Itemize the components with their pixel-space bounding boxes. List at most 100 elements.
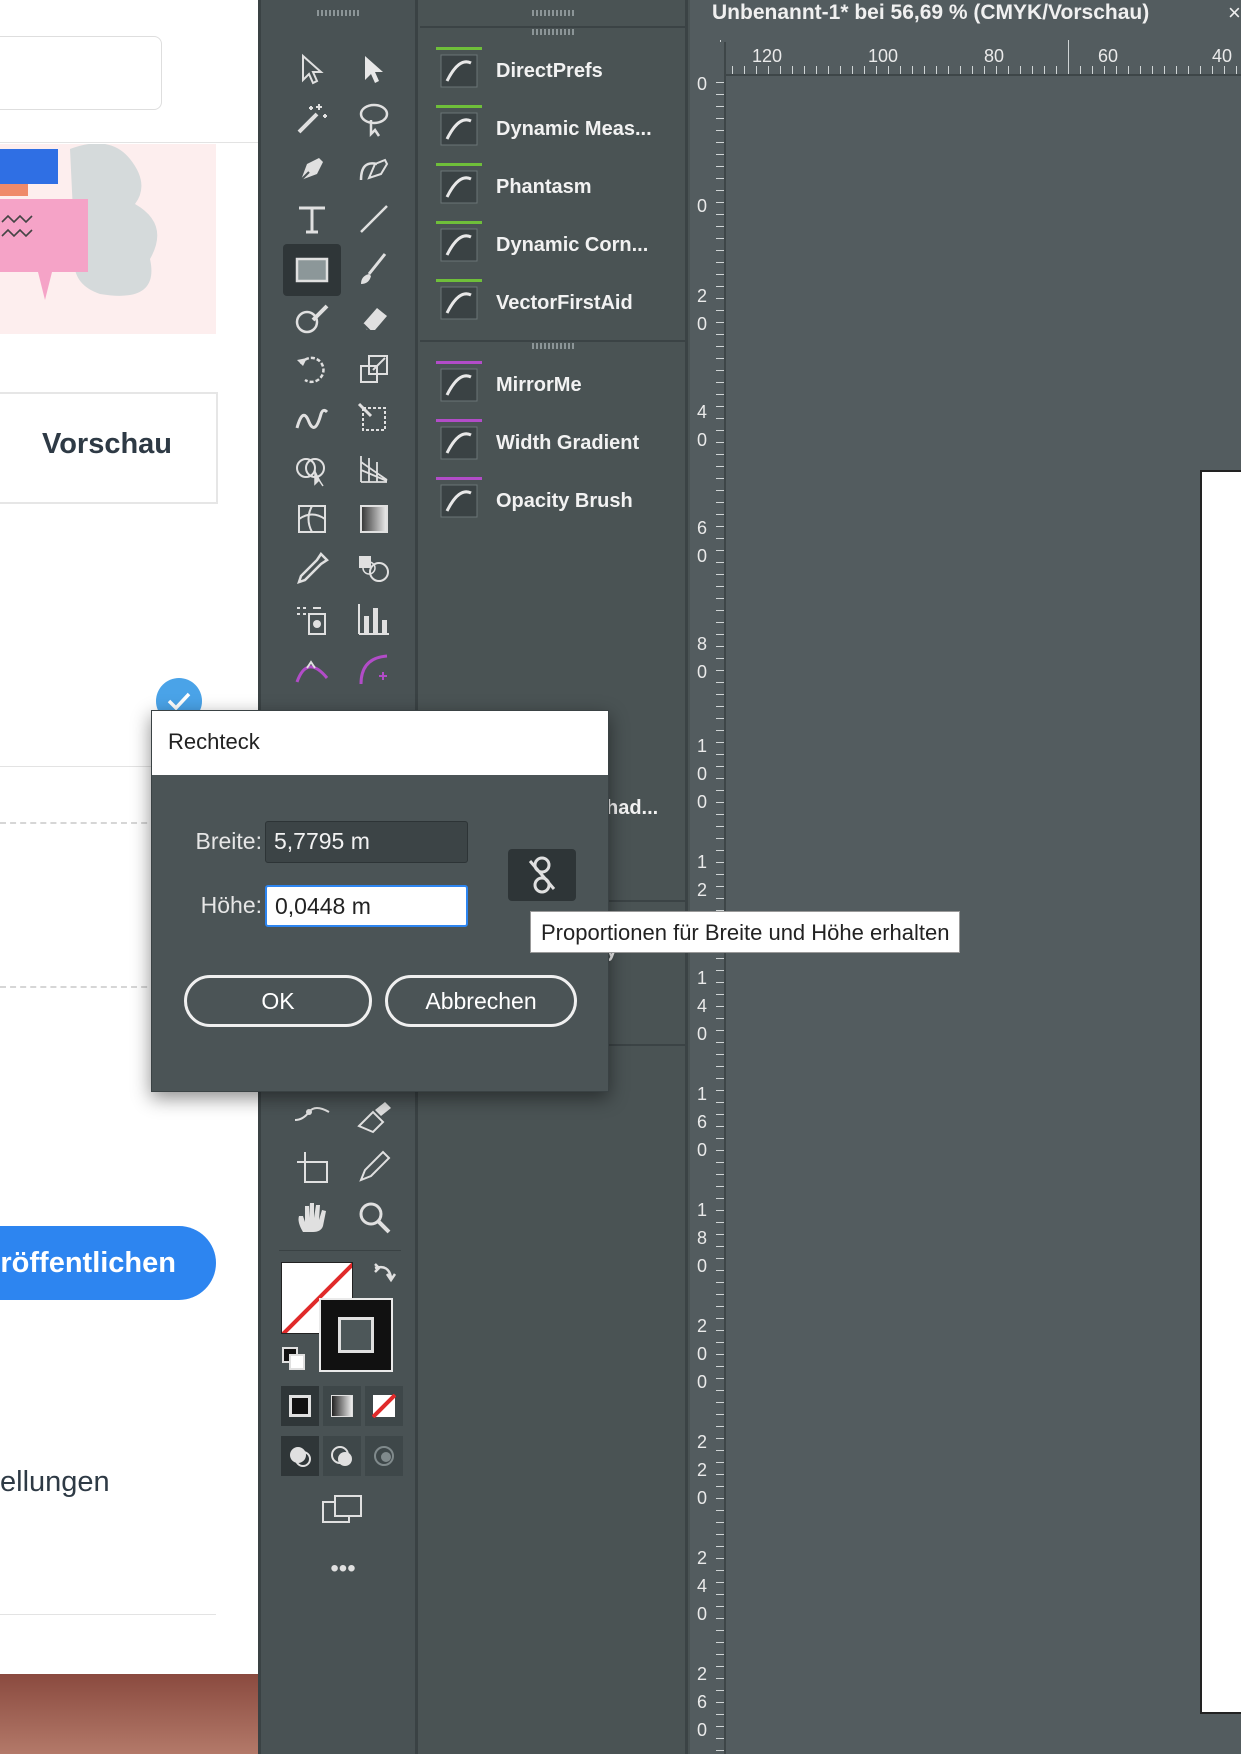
vectorfirstaid-icon — [436, 279, 482, 323]
line-segment-icon — [360, 205, 388, 233]
mesh-tool[interactable] — [287, 496, 337, 542]
eraser-icon — [362, 308, 387, 333]
hand-tool[interactable] — [287, 1194, 337, 1240]
default-colors-icon[interactable] — [281, 1346, 307, 1372]
plugins-grip-1[interactable] — [420, 8, 685, 18]
plugin-tool-b[interactable] — [349, 646, 399, 692]
ruler-label: 40 — [1212, 46, 1233, 66]
draw-normal-button[interactable] — [281, 1436, 319, 1476]
symbol-sprayer-tool[interactable] — [287, 596, 337, 642]
curvature-tool[interactable] — [349, 146, 399, 192]
ruler-label: 2 0 0 — [696, 1316, 707, 1392]
column-graph-tool[interactable] — [349, 596, 399, 642]
ruler-label: 2 4 0 — [696, 1548, 707, 1624]
color-mode-button[interactable] — [281, 1386, 319, 1426]
draw-behind-button[interactable] — [323, 1436, 361, 1476]
gradient-mode-button[interactable] — [323, 1386, 361, 1426]
plugin-item[interactable]: VectorFirstAid — [420, 274, 685, 332]
none-mode-button[interactable] — [365, 1386, 403, 1426]
document-window: Unbenannt-1* bei 56,69 % (CMYK/Vorschau)… — [690, 0, 1241, 1754]
zoom-tool[interactable] — [349, 1194, 399, 1240]
free-transform-tool[interactable] — [349, 396, 399, 442]
ruler-label: 2 2 0 — [696, 1432, 707, 1508]
tools-grip[interactable] — [261, 8, 415, 18]
plugin-label: Opacity Brush — [496, 489, 633, 512]
plugin-item[interactable]: Opacity Brush — [420, 472, 685, 530]
lasso-tool[interactable] — [349, 96, 399, 142]
cancel-button[interactable]: Abbrechen — [385, 975, 577, 1027]
lasso-icon — [359, 103, 389, 138]
stroke-swatch[interactable] — [319, 1298, 393, 1372]
height-label: Höhe: — [200, 892, 262, 918]
publish-button[interactable]: röffentlichen — [0, 1226, 216, 1300]
ok-button[interactable]: OK — [184, 975, 372, 1027]
draw-mode-row — [281, 1436, 403, 1476]
eyedropper-tool[interactable] — [287, 546, 337, 592]
direct-selection-tool[interactable] — [349, 46, 399, 92]
plugin-label: Phantasm — [496, 175, 592, 198]
selection-tool[interactable] — [287, 46, 337, 92]
slice-tool[interactable] — [349, 1144, 399, 1190]
plugin-item[interactable]: Width Gradient — [420, 414, 685, 472]
plugin-item[interactable]: DirectPrefs — [420, 42, 685, 100]
artboard[interactable] — [1200, 470, 1241, 1714]
plugin-item[interactable]: Dynamic Meas... — [420, 100, 685, 158]
swap-colors-icon[interactable] — [371, 1260, 397, 1286]
gradient-icon: InkScribeDynamic SketchSpace Fill — [360, 505, 388, 533]
ruler-label: 1 8 0 — [696, 1200, 707, 1276]
direct-selection-icon — [302, 53, 324, 85]
plugin-corner-icon — [359, 654, 388, 685]
plugin-item[interactable]: MirrorMe — [420, 356, 685, 414]
plugin-label: DirectPrefs — [496, 59, 603, 82]
draw-normal-icon — [290, 1447, 311, 1467]
plugin-item[interactable]: Dynamic Corn... — [420, 216, 685, 274]
shape-builder-tool[interactable] — [287, 446, 337, 492]
blend-icon — [359, 556, 389, 582]
plugin-tool-a[interactable] — [287, 646, 337, 692]
document-tab[interactable]: Unbenannt-1* bei 56,69 % (CMYK/Vorschau)… — [690, 0, 1241, 40]
scale-tool[interactable] — [349, 346, 399, 392]
width-input[interactable]: 5,7795 m — [265, 821, 468, 863]
plugins-grip-3[interactable] — [420, 340, 685, 350]
artboard-tool[interactable] — [287, 1144, 337, 1190]
width-tool[interactable] — [287, 1094, 337, 1140]
shaper-tool[interactable] — [287, 296, 337, 342]
live-paint-icon — [357, 1102, 391, 1134]
plugin-label-partial-1[interactable]: had... — [606, 797, 658, 820]
ruler-label: 1 4 0 — [696, 968, 707, 1044]
web-input-box[interactable] — [0, 36, 162, 110]
plugin-label: MirrorMe — [496, 373, 582, 396]
directprefs-icon — [436, 47, 482, 91]
paintbrush-tool[interactable] — [349, 246, 399, 292]
height-input[interactable]: 0,0448 m — [265, 885, 468, 927]
ruler-label: 1 0 0 — [696, 736, 707, 812]
tab-vorschau[interactable]: Vorschau — [42, 428, 172, 461]
rectangle-tool[interactable] — [283, 244, 341, 296]
dynamic-corners-icon — [436, 221, 482, 265]
blend-tool[interactable] — [349, 546, 399, 592]
plugin-item[interactable]: Phantasm — [420, 158, 685, 216]
screen-mode-icon[interactable] — [319, 1492, 367, 1528]
draw-behind-icon — [331, 1446, 352, 1466]
warp-tool[interactable] — [287, 396, 337, 442]
line-tool[interactable] — [349, 196, 399, 242]
settings-link[interactable]: ellungen — [0, 1466, 110, 1499]
eraser-tool[interactable] — [349, 296, 399, 342]
plugins-grip-2[interactable] — [420, 26, 685, 36]
slice-icon — [359, 1150, 391, 1182]
pen-tool[interactable] — [287, 146, 337, 192]
tools-divider — [279, 1250, 401, 1251]
type-tool[interactable] — [287, 196, 337, 242]
more-tools-icon[interactable]: ••• — [319, 1557, 367, 1592]
close-tab-icon[interactable]: × — [1228, 0, 1241, 26]
artboard-icon — [297, 1152, 328, 1183]
web-divider-3 — [0, 1614, 216, 1615]
live-paint-tool[interactable] — [349, 1094, 399, 1140]
constrain-proportions-button[interactable] — [508, 849, 576, 901]
perspective-grid-tool[interactable] — [349, 446, 399, 492]
gradient-tool[interactable]: InkScribeDynamic SketchSpace Fill — [349, 496, 399, 542]
rotate-tool[interactable] — [287, 346, 337, 392]
magic-wand-tool[interactable] — [287, 96, 337, 142]
selection-icon — [365, 56, 383, 83]
draw-inside-button[interactable] — [365, 1436, 403, 1476]
